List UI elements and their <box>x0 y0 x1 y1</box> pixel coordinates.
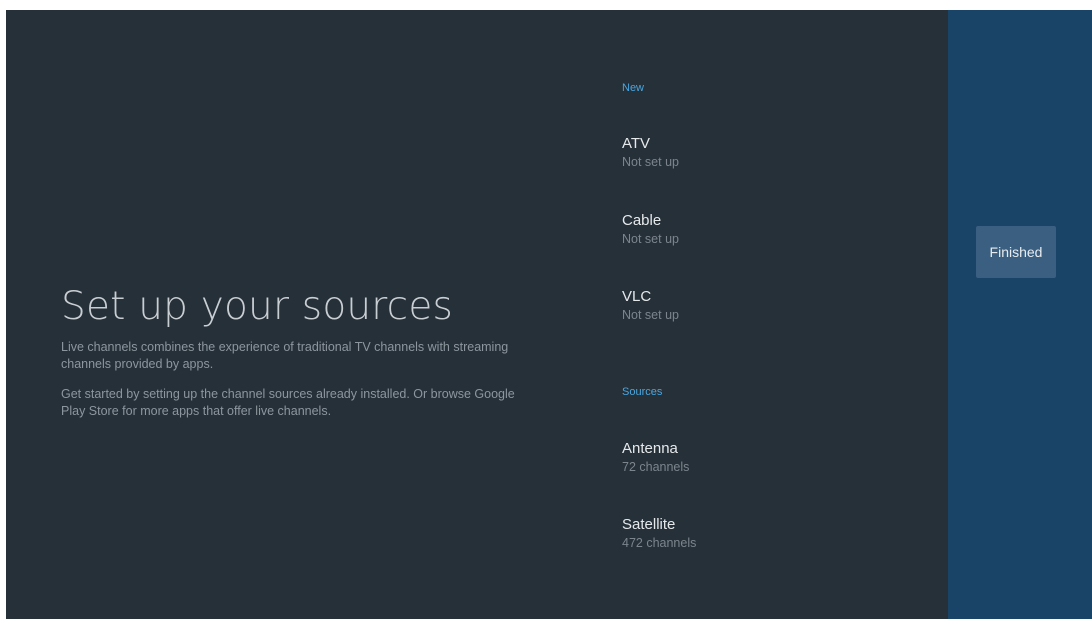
source-item-channel-count: 472 channels <box>622 536 697 550</box>
action-panel: Finished <box>948 10 1092 619</box>
source-item-title: ATV <box>622 135 651 152</box>
source-item-status: Not set up <box>622 232 679 246</box>
source-item-satellite[interactable]: Satellite 472 channels <box>622 515 882 559</box>
finished-button[interactable]: Finished <box>976 226 1056 278</box>
source-item-title: VLC <box>622 288 652 305</box>
source-list: New ATV Not set up Cable Not set up VLC … <box>622 10 922 619</box>
page-title: Set up your sources <box>61 284 454 329</box>
source-item-title: Antenna <box>622 440 678 457</box>
source-item-vlc[interactable]: VLC Not set up <box>622 287 882 331</box>
section-header-new: New <box>622 82 645 94</box>
source-item-cable[interactable]: Cable Not set up <box>622 211 882 255</box>
section-header-sources: Sources <box>622 386 663 398</box>
source-item-title: Cable <box>622 212 662 229</box>
source-item-antenna[interactable]: Antenna 72 channels <box>622 439 882 483</box>
intro-panel: Set up your sources Live channels combin… <box>61 283 531 420</box>
setup-instructions: Get started by setting up the channel so… <box>61 387 515 418</box>
source-item-channel-count: 72 channels <box>622 460 690 474</box>
source-item-atv[interactable]: ATV Not set up <box>622 134 882 178</box>
source-item-status: Not set up <box>622 155 679 169</box>
intro-description: Live channels combines the experience of… <box>61 340 509 371</box>
source-item-status: Not set up <box>622 308 679 322</box>
tv-screen: Set up your sources Live channels combin… <box>6 10 1092 619</box>
source-item-title: Satellite <box>622 516 676 533</box>
